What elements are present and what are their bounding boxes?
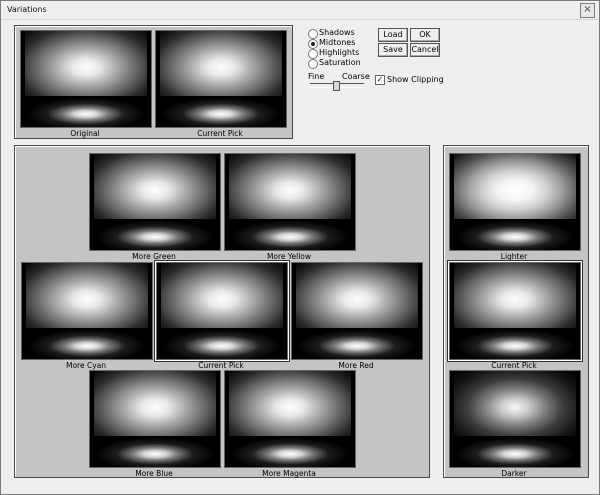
more-red-image [291,262,423,360]
current-pick-center-image [156,262,288,360]
more-blue-caption: More Blue [135,469,173,478]
slider-fine-label: Fine [308,72,325,81]
current-pick-center-caption: Current Pick [198,361,244,370]
more-blue-image [89,370,221,468]
original-current-preview-panel: Original Current Pick [14,25,293,139]
ok-button[interactable]: OK [410,28,440,42]
radio-label: Saturation [319,58,361,67]
brightness-variations-panel: Lighter Current Pick Darker [443,145,589,478]
lighter-image [449,153,581,251]
save-button[interactable]: Save [378,43,408,57]
more-red-caption: More Red [338,361,374,370]
current-pick-right-caption: Current Pick [491,361,537,370]
more-cyan-image [21,262,153,360]
show-clipping-checkbox[interactable]: ✓ [375,75,385,85]
slider-coarse-label: Coarse [342,72,370,81]
current-pick-right-image [449,262,581,360]
close-icon[interactable]: × [580,3,595,18]
color-variations-panel: More Green More Yellow More Cyan Current… [14,145,430,478]
more-yellow-caption: More Yellow [266,252,312,261]
window-title: Variations [7,5,47,14]
radio-label: Midtones [319,38,356,47]
original-caption: Original [70,129,100,138]
radio-dot [308,59,318,69]
darker-caption: Darker [501,469,527,478]
current-pick-top-caption: Current Pick [197,129,243,138]
more-green-caption: More Green [132,252,176,261]
current-pick-top-image [155,30,287,128]
more-magenta-caption: More Magenta [262,469,316,478]
more-yellow-image [224,153,356,251]
original-image [20,30,152,128]
radio-label: Shadows [319,28,355,37]
radio-saturation[interactable]: Saturation [308,58,388,69]
title-bar: Variations × [1,1,599,20]
darker-image [449,370,581,468]
more-green-image [89,153,221,251]
lighter-caption: Lighter [500,252,528,261]
fine-coarse-slider-handle[interactable] [333,81,340,91]
radio-label: Highlights [319,48,360,57]
load-button[interactable]: Load [378,28,408,42]
variations-dialog: Variations × Original Current Pick Shado… [0,0,600,495]
more-cyan-caption: More Cyan [65,361,106,370]
show-clipping-label: Show Clipping [387,75,444,84]
more-magenta-image [224,370,356,468]
cancel-button[interactable]: Cancel [410,43,440,57]
